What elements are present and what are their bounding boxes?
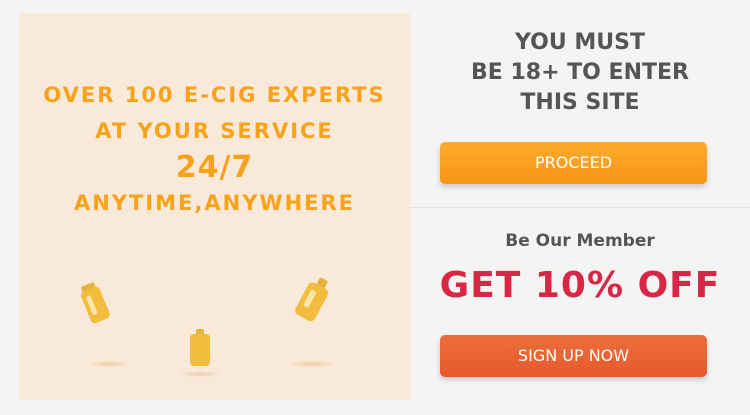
- member-title: Be Our Member: [505, 231, 655, 251]
- age-warning-line: BE 18+ TO ENTER: [471, 60, 689, 85]
- proceed-button[interactable]: PROCEED: [440, 142, 707, 184]
- icon-shadow: [89, 361, 129, 367]
- e-cig-device-icon: [295, 277, 328, 322]
- promo-hours: 24/7: [175, 150, 254, 185]
- promo-banner: OVER 100 E-CIG EXPERTS AT YOUR SERVICE 2…: [19, 13, 410, 400]
- divider: [410, 207, 750, 208]
- sign-up-button[interactable]: SIGN UP NOW: [440, 335, 707, 377]
- promo-tagline: ANYTIME,ANYWHERE: [73, 191, 356, 215]
- promo-subheadline: AT YOUR SERVICE: [95, 119, 334, 143]
- age-warning-line: YOU MUST: [515, 30, 645, 55]
- age-warning: YOU MUST BE 18+ TO ENTER THIS SITE: [410, 28, 750, 118]
- e-cig-device-icon: [190, 329, 210, 366]
- discount-offer: GET 10% OFF: [439, 265, 721, 306]
- e-cig-device-icon: [80, 282, 110, 324]
- promo-headline: OVER 100 E-CIG EXPERTS: [43, 83, 386, 107]
- age-warning-line: THIS SITE: [520, 90, 640, 115]
- icon-shadow: [179, 371, 221, 377]
- icon-shadow: [289, 361, 335, 367]
- age-gate-panel: YOU MUST BE 18+ TO ENTER THIS SITE PROCE…: [410, 0, 750, 415]
